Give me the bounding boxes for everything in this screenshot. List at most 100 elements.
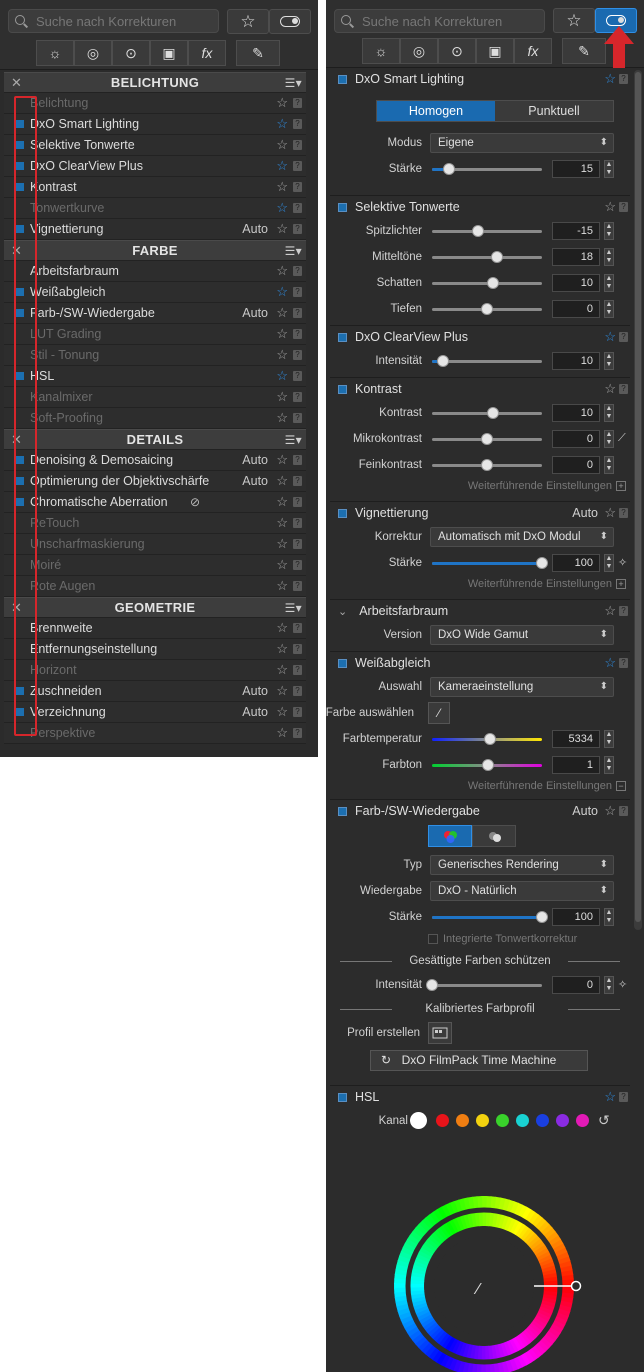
help-icon[interactable]: ? — [293, 560, 302, 570]
star-icon[interactable]: ☆ — [276, 326, 288, 342]
star-icon[interactable]: ☆ — [276, 389, 288, 405]
search-field-right[interactable]: Suche nach Korrekturen — [334, 9, 545, 33]
star-icon[interactable]: ☆ — [276, 473, 288, 489]
channel-dot[interactable] — [556, 1114, 569, 1127]
star-icon[interactable]: ☆ — [604, 381, 616, 397]
temperature-slider[interactable] — [432, 733, 542, 745]
list-item[interactable]: Optimierung der Objektivschärfe Auto ☆? — [4, 471, 306, 492]
stepper[interactable]: ▲ ▼ — [604, 430, 614, 448]
list-item[interactable]: Moiré ☆? — [4, 555, 306, 576]
star-icon[interactable]: ☆ — [276, 515, 288, 531]
tab-light[interactable]: ☼ — [362, 38, 400, 64]
star-icon[interactable]: ☆ — [276, 662, 288, 678]
help-icon[interactable]: ? — [293, 623, 302, 633]
help-icon[interactable]: ? — [619, 1092, 628, 1102]
seg-punktuell[interactable]: Punktuell — [495, 101, 613, 121]
tint-value[interactable]: 1 — [552, 756, 600, 774]
slider[interactable] — [432, 459, 542, 471]
slider[interactable] — [432, 407, 542, 419]
star-icon[interactable]: ☆ — [276, 452, 288, 468]
help-icon[interactable]: ? — [619, 384, 628, 394]
star-icon[interactable]: ☆ — [604, 199, 616, 215]
tab-light[interactable]: ☼ — [36, 40, 74, 66]
slider-knob[interactable] — [426, 979, 438, 991]
reset-icon[interactable]: ↺ — [598, 1112, 610, 1129]
stepper[interactable]: ▲ ▼ — [604, 456, 614, 474]
menu-icon[interactable]: ☰▾ — [285, 601, 302, 615]
help-icon[interactable]: ? — [293, 266, 302, 276]
enable-checkbox[interactable] — [338, 332, 347, 342]
star-icon[interactable]: ☆ — [276, 641, 288, 657]
list-item[interactable]: DxO ClearView Plus ☆? — [4, 156, 306, 177]
channel-dot[interactable] — [576, 1114, 589, 1127]
list-item[interactable]: Selektive Tonwerte ☆? — [4, 135, 306, 156]
advanced-settings-link[interactable]: Weiterführende Einstellungen + — [330, 576, 630, 594]
color-mode-button[interactable] — [428, 825, 472, 847]
star-icon[interactable]: ☆ — [604, 603, 616, 619]
stepper[interactable]: ▲ ▼ — [604, 976, 614, 994]
star-icon[interactable]: ☆ — [276, 158, 288, 174]
tab-effects[interactable]: fx — [514, 38, 552, 64]
star-icon[interactable]: ☆ — [276, 578, 288, 594]
enable-checkbox[interactable] — [338, 1092, 347, 1102]
intensitaet-slider[interactable] — [432, 355, 542, 367]
value-field[interactable]: -15 — [552, 222, 600, 240]
star-icon[interactable]: ☆ — [604, 71, 616, 87]
star-icon[interactable]: ☆ — [276, 137, 288, 153]
tab-color[interactable]: ◎ — [74, 40, 112, 66]
panel-header[interactable]: DxO ClearView Plus ☆? — [330, 326, 630, 348]
star-icon[interactable]: ☆ — [276, 620, 288, 636]
eyedropper-button[interactable]: ⁄ — [428, 702, 450, 724]
star-icon[interactable]: ☆ — [276, 179, 288, 195]
help-icon[interactable]: ? — [619, 606, 628, 616]
help-icon[interactable]: ? — [293, 182, 302, 192]
stepper[interactable]: ▲ ▼ — [604, 274, 614, 292]
list-item[interactable]: Belichtung ☆? — [4, 93, 306, 114]
slider-knob[interactable] — [486, 277, 499, 289]
list-item[interactable]: Brennweite ☆? — [4, 618, 306, 639]
magic-wand-icon[interactable]: ✧ — [618, 978, 627, 991]
stepper[interactable]: ▲ ▼ — [604, 730, 614, 748]
help-icon[interactable]: ? — [293, 140, 302, 150]
staerke-slider[interactable] — [432, 163, 542, 175]
profil-button[interactable] — [428, 1022, 452, 1044]
modus-select[interactable]: Eigene — [430, 133, 614, 153]
star-icon[interactable]: ☆ — [276, 683, 288, 699]
hue-wheel[interactable]: ⁄ — [384, 1186, 584, 1372]
scrollbar[interactable] — [634, 70, 642, 930]
star-icon[interactable]: ☆ — [276, 494, 288, 510]
help-icon[interactable]: ? — [619, 508, 628, 518]
slider-knob[interactable] — [484, 733, 497, 745]
stepper[interactable]: ▲ ▼ — [604, 300, 614, 318]
tab-local[interactable]: ✎ — [562, 38, 606, 64]
slider[interactable] — [432, 277, 542, 289]
slider-knob[interactable] — [481, 303, 493, 315]
tab-detail[interactable]: ⊙ — [112, 40, 150, 66]
list-item[interactable]: Chromatische Aberration ⊘ ☆? — [4, 492, 306, 513]
auswahl-select[interactable]: Kameraeinstellung — [430, 677, 614, 697]
list-item[interactable]: HSL ☆? — [4, 366, 306, 387]
channel-dot[interactable] — [436, 1114, 449, 1127]
value-field[interactable]: 0 — [552, 430, 600, 448]
list-item[interactable]: Weißabgleich ☆? — [4, 282, 306, 303]
enable-checkbox[interactable] — [338, 74, 347, 84]
list-item[interactable]: Denoising & Demosaicing Auto ☆? — [4, 450, 306, 471]
slider-knob[interactable] — [442, 163, 455, 175]
section-header-farbe[interactable]: ✕ FARBE ☰▾ — [4, 240, 306, 261]
value-field[interactable]: 18 — [552, 248, 600, 266]
help-icon[interactable]: ? — [619, 74, 628, 84]
help-icon[interactable]: ? — [293, 203, 302, 213]
help-icon[interactable]: ? — [293, 518, 302, 528]
list-item[interactable]: Verzeichnung Auto ☆? — [4, 702, 306, 723]
panel-header[interactable]: DxO Smart Lighting ☆? — [330, 68, 630, 90]
star-icon[interactable]: ☆ — [276, 368, 288, 384]
help-icon[interactable]: ? — [293, 707, 302, 717]
help-icon[interactable]: ? — [293, 350, 302, 360]
help-icon[interactable]: ? — [293, 161, 302, 171]
staerke-value[interactable]: 15 — [552, 160, 600, 178]
favorites-star-button[interactable]: ☆ — [553, 8, 595, 33]
slider-knob[interactable] — [481, 433, 493, 445]
star-icon[interactable]: ☆ — [276, 221, 288, 237]
enable-checkbox[interactable] — [338, 202, 347, 212]
intensitaet-value[interactable]: 0 — [552, 976, 600, 994]
